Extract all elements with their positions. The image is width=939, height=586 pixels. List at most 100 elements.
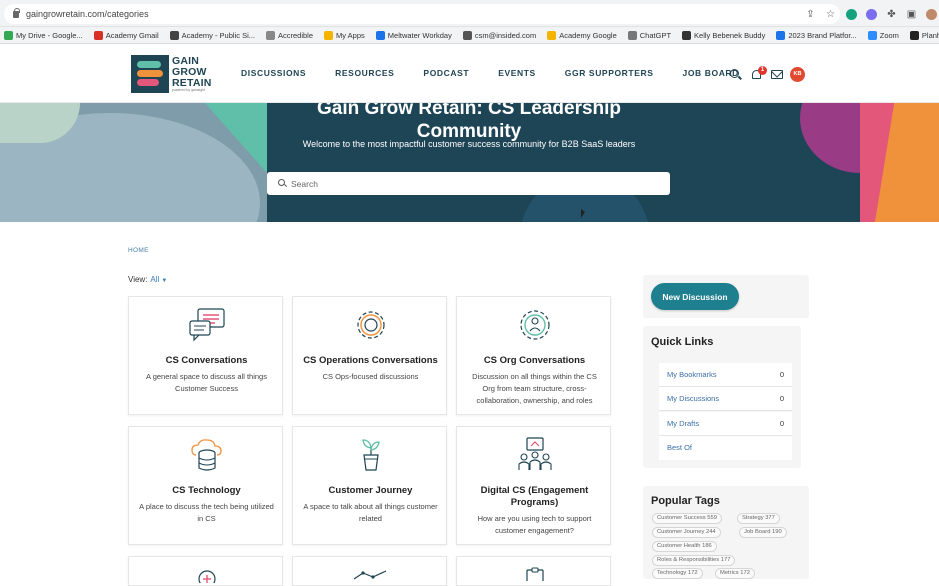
grammarly-extension-icon[interactable] xyxy=(846,8,857,20)
bookmark-item[interactable]: My Drive - Google... xyxy=(4,30,83,40)
nav-resources[interactable]: RESOURCES xyxy=(335,68,394,78)
category-title[interactable]: CS Operations Conversations xyxy=(297,355,444,367)
search-input[interactable] xyxy=(291,175,661,192)
bookmark-favicon-icon xyxy=(4,30,13,40)
sidepanel-icon[interactable]: ▣ xyxy=(906,9,917,20)
share-icon[interactable]: ⇪ xyxy=(805,9,816,20)
bookmark-item[interactable]: 2023 Brand Platfor... xyxy=(776,30,857,40)
category-description: How are you using tech to support custom… xyxy=(477,514,592,535)
quick-link-label[interactable]: My Bookmarks xyxy=(667,370,717,379)
bookmark-favicon-icon xyxy=(169,30,179,40)
category-card[interactable] xyxy=(128,556,283,586)
quick-link-label[interactable]: My Drafts xyxy=(667,419,699,428)
bookmark-item[interactable]: Academy Gmail xyxy=(93,30,159,40)
hero-title: Gain Grow Retain: CS Leadership Communit… xyxy=(316,103,622,142)
tag-chip[interactable]: Metrics 172 xyxy=(715,568,755,579)
tag-chip[interactable]: Roles & Responsibilities 177 xyxy=(652,555,736,566)
quick-link-best-of[interactable]: Best Of xyxy=(659,436,792,460)
quick-link-label[interactable]: My Discussions xyxy=(667,394,719,403)
bookmark-favicon-icon xyxy=(462,30,472,40)
bookmark-item[interactable]: Meltwater Workday xyxy=(375,30,452,40)
bookmark-favicon-icon xyxy=(682,30,692,40)
bookmark-item[interactable]: Kelly Bebenek Buddy xyxy=(682,30,765,40)
extension-icon[interactable] xyxy=(866,8,877,20)
category-description: A place to discuss the tech being utiliz… xyxy=(139,502,274,523)
quick-link-my-bookmarks[interactable]: My Bookmarks 0 xyxy=(659,363,792,387)
tag-chip[interactable]: Job Board 190 xyxy=(739,527,787,538)
nav-ggr-supporters[interactable]: GGR SUPPORTERS xyxy=(565,68,654,78)
category-card[interactable]: CS Operations Conversations CS Ops-focus… xyxy=(292,296,447,415)
avatar[interactable]: KB xyxy=(790,67,805,82)
star-icon[interactable]: ☆ xyxy=(825,9,836,20)
category-card[interactable] xyxy=(292,556,447,586)
people-screen-icon xyxy=(518,437,552,470)
category-card[interactable]: Digital CS (Engagement Programs) How are… xyxy=(456,426,611,545)
hero-banner: Gain Grow Retain: CS Leadership Communit… xyxy=(0,103,939,222)
category-card[interactable]: CS Technology A place to discuss the tec… xyxy=(128,426,283,545)
quick-link-count: 0 xyxy=(779,419,784,428)
bookmark-favicon-icon xyxy=(265,30,275,40)
chat-bubbles-icon xyxy=(189,308,225,342)
category-title[interactable]: Digital CS (Engagement Programs) xyxy=(461,485,608,509)
quick-link-count: 0 xyxy=(779,370,784,379)
bookmark-favicon-icon xyxy=(375,30,385,40)
breadcrumb-home[interactable]: HOME xyxy=(128,247,149,254)
quick-links-title: Quick Links xyxy=(651,336,714,348)
caret-down-icon[interactable]: ▼ xyxy=(161,278,167,284)
line-graph-icon xyxy=(353,570,387,580)
browser-toolbar: gaingrowretain.com/categories ⇪ ☆ ✤ ▣ xyxy=(0,0,939,27)
quick-link-my-discussions[interactable]: My Discussions 0 xyxy=(659,387,792,411)
mail-icon[interactable] xyxy=(771,70,783,79)
quick-link-label[interactable]: Best Of xyxy=(667,443,692,452)
bookmark-item[interactable]: csm@insided.com xyxy=(462,30,536,40)
category-card[interactable] xyxy=(456,556,611,586)
bookmark-label: Zoom xyxy=(879,30,899,40)
category-title[interactable]: Customer Journey xyxy=(297,485,444,497)
category-card[interactable]: Customer Journey A space to talk about a… xyxy=(292,426,447,545)
search-icon[interactable] xyxy=(730,69,741,80)
main-nav: DISCUSSIONS RESOURCES PODCAST EVENTS GGR… xyxy=(241,68,768,78)
medical-icon xyxy=(198,570,216,583)
tag-chip[interactable]: Customer Success 559 xyxy=(652,513,722,524)
quick-link-count: 0 xyxy=(779,394,784,403)
tag-chip[interactable]: Strategy 377 xyxy=(737,513,780,524)
notification-badge: 1 xyxy=(758,66,767,75)
breadcrumb[interactable]: HOME xyxy=(128,247,149,254)
category-title[interactable]: CS Org Conversations xyxy=(461,355,608,367)
profile-avatar-icon[interactable] xyxy=(926,8,937,20)
bookmark-item[interactable]: Academy - Public Si... xyxy=(169,30,255,40)
tag-chip[interactable]: Technology 172 xyxy=(652,568,703,579)
category-title[interactable]: CS Technology xyxy=(133,485,280,497)
view-dropdown[interactable]: All xyxy=(150,275,159,284)
nav-events[interactable]: EVENTS xyxy=(498,68,536,78)
org-gear-icon xyxy=(520,310,550,340)
bookmark-item[interactable]: Accredible xyxy=(265,30,313,40)
bookmark-label: 2023 Brand Platfor... xyxy=(788,30,857,40)
quick-link-my-drafts[interactable]: My Drafts 0 xyxy=(659,412,792,436)
category-description: A space to talk about all things custome… xyxy=(303,502,438,523)
bookmark-item[interactable]: My Apps xyxy=(324,30,365,40)
bookmark-item[interactable]: ChatGPT xyxy=(627,30,671,40)
category-card[interactable]: CS Conversations A general space to disc… xyxy=(128,296,283,415)
category-title[interactable]: CS Conversations xyxy=(133,355,280,367)
new-discussion-button[interactable]: New Discussion xyxy=(651,283,739,310)
tag-chip[interactable]: Customer Health 186 xyxy=(652,541,717,552)
tag-chip[interactable]: Customer Journey 244 xyxy=(652,527,721,538)
bookmark-favicon-icon xyxy=(867,30,877,40)
nav-discussions[interactable]: DISCUSSIONS xyxy=(241,68,306,78)
puzzle-icon[interactable]: ✤ xyxy=(886,9,897,20)
category-card[interactable]: CS Org Conversations Discussion on all t… xyxy=(456,296,611,415)
nav-podcast[interactable]: PODCAST xyxy=(423,68,469,78)
category-description: CS Ops-focused discussions xyxy=(322,372,419,381)
category-description: Discussion on all things within the CS O… xyxy=(472,372,597,405)
gain-grow-retain-logo[interactable]: GAIN GROW RETAIN powered by gainsight xyxy=(131,55,213,93)
url-text: gaingrowretain.com/categories xyxy=(26,9,149,19)
bookmark-item[interactable]: Academy Google xyxy=(547,30,617,40)
bookmark-label: Academy Gmail xyxy=(105,30,159,40)
hero-subtitle: Welcome to the most impactful customer s… xyxy=(302,139,636,149)
bookmark-item[interactable]: Planhat Report xyxy=(909,30,939,40)
address-bar[interactable]: gaingrowretain.com/categories xyxy=(4,4,840,24)
hero-search-box[interactable] xyxy=(267,172,670,195)
bookmark-item[interactable]: Zoom xyxy=(867,30,899,40)
bookmark-label: Academy Google xyxy=(559,30,617,40)
